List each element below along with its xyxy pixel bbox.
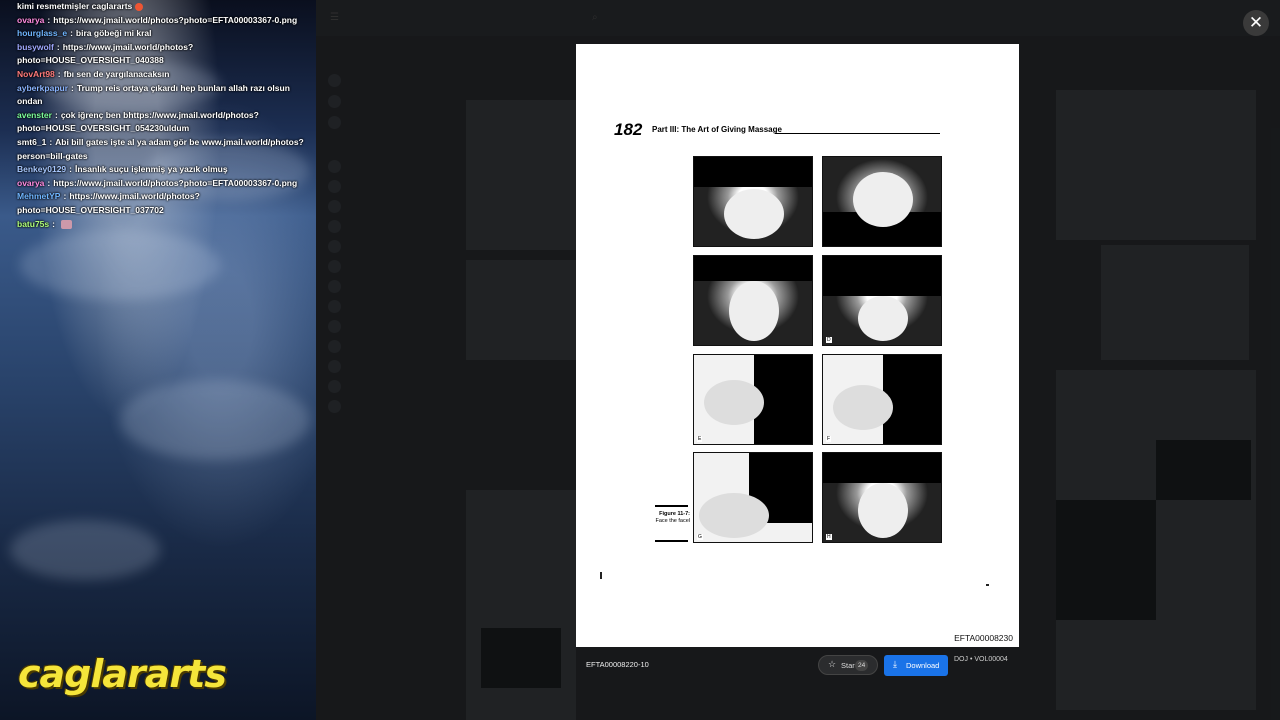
caption-title: Figure 11-7: xyxy=(659,511,690,517)
figure-letter: E xyxy=(697,436,703,442)
chat-username[interactable]: Benkey0129 xyxy=(17,164,66,174)
page-number: 182 xyxy=(614,120,643,139)
channel-logo: caglararts xyxy=(18,652,227,696)
chat-text: bira göbeği mi kral xyxy=(75,28,152,39)
chat-message: NovArt98: fbı sen de yargılanacaksın xyxy=(0,68,316,82)
chat-username[interactable]: hourglass_e xyxy=(17,28,67,38)
chat-separator: : xyxy=(70,28,73,39)
emote-icon xyxy=(60,219,72,229)
chat-username[interactable]: busywolf xyxy=(17,42,54,52)
source-label: DOJ • VOL00004 xyxy=(954,656,1008,663)
figure-panel-f: F xyxy=(822,354,942,445)
figure-panel-b xyxy=(822,156,942,247)
header-rule xyxy=(775,133,940,134)
chat-message: Benkey0129: İnsanlık suçu işlenmiş ya yaz… xyxy=(0,163,316,177)
download-button[interactable]: ⤓ Download xyxy=(884,655,948,676)
figure-letter: G xyxy=(697,534,703,540)
chat-text: İnsanlık suçu işlenmiş ya yazık olmuş xyxy=(75,164,228,175)
chat-log: kimi resmetmişler caglararts ovarya: https… xyxy=(0,0,316,231)
caption-rule xyxy=(655,540,688,542)
document-image: 182 Part III: The Art of Giving Massage … xyxy=(576,44,1019,647)
figure-panel-d: D xyxy=(822,255,942,346)
chat-separator: : xyxy=(71,82,74,93)
star-count: 24 xyxy=(855,660,869,671)
chat-separator: : xyxy=(52,218,55,229)
chat-username[interactable]: smt6_1 xyxy=(17,137,46,147)
chat-separator: : xyxy=(47,14,51,25)
chat-text: fbı sen de yargılanacaksın xyxy=(63,68,170,79)
chat-username[interactable]: avenster xyxy=(17,110,52,120)
chat-text: https://www.jmail.world/photos?photo=EFT… xyxy=(53,177,298,188)
close-icon: ✕ xyxy=(1248,13,1264,32)
star-icon: ☆ xyxy=(828,659,837,669)
chat-message: batu75s: xyxy=(0,218,316,232)
figure-panel-h: H xyxy=(822,452,942,543)
chat-username[interactable]: MehmetYP xyxy=(17,191,60,201)
download-label: Download xyxy=(906,661,940,670)
chat-message: smt6_1: Abi bill gates işte al ya adam gö… xyxy=(0,136,316,163)
scan-mark xyxy=(986,584,989,586)
download-icon: ⤓ xyxy=(893,659,897,669)
chat-text: https://www.jmail.world/photos?photo=EFT… xyxy=(53,14,298,25)
figure-letter: H xyxy=(826,534,832,540)
figure-panel-e: E xyxy=(693,354,813,445)
chat-message: hourglass_e: bira göbeği mi kral xyxy=(0,27,316,41)
chat-message: MehmetYP: https://www.jmail.world/photos?… xyxy=(0,190,316,217)
chat-text: kimi resmetmişler caglararts xyxy=(17,1,133,11)
scan-mark xyxy=(600,572,602,579)
chat-username[interactable]: NovArt98 xyxy=(17,69,55,79)
caption-rule xyxy=(655,505,688,507)
chat-separator: : xyxy=(49,136,53,147)
chat-username[interactable]: ovarya xyxy=(17,15,44,25)
chat-username[interactable]: ayberkpapur xyxy=(17,83,68,93)
figure-panel-g: G xyxy=(693,452,813,543)
figure-letter: D xyxy=(826,337,832,343)
chat-separator: : xyxy=(57,68,61,79)
close-button[interactable]: ✕ xyxy=(1243,10,1269,36)
caption-text: Face the facel xyxy=(655,518,690,524)
chat-separator: : xyxy=(47,177,51,188)
figure-panel-c xyxy=(693,255,813,346)
chat-text: çok iğrenç ben bhttps://www.jmail.world/… xyxy=(17,109,259,134)
chat-text: Abi bill gates işte al ya adam gör be ww… xyxy=(17,136,304,161)
chat-message: kimi resmetmişler caglararts xyxy=(0,0,316,14)
chat-message: ovarya: https://www.jmail.world/photos?ph… xyxy=(0,177,316,191)
chat-separator: : xyxy=(69,164,72,175)
figure-panel-a xyxy=(693,156,813,247)
file-name: EFTA00008220-10 xyxy=(586,660,649,669)
chat-separator: : xyxy=(63,191,67,202)
chat-separator: : xyxy=(54,109,58,120)
badge-icon xyxy=(135,2,144,11)
figure-caption: Figure 11-7: Face the facel xyxy=(654,511,690,525)
chat-username[interactable]: batu75s xyxy=(17,219,49,229)
chat-message: ayberkpapur: Trump reis ortaya çıkardı he… xyxy=(0,82,316,109)
chat-username[interactable]: ovarya xyxy=(17,178,44,188)
document-id: EFTA00008230 xyxy=(954,633,1013,643)
chat-separator: : xyxy=(56,41,60,52)
stream-panel: kimi resmetmişler caglararts ovarya: https… xyxy=(0,0,316,720)
chat-message: avenster: çok iğrenç ben bhttps://www.jma… xyxy=(0,109,316,136)
chat-message: ovarya: https://www.jmail.world/photos?ph… xyxy=(0,14,316,28)
chat-message: busywolf: https://www.jmail.world/photos?… xyxy=(0,41,316,68)
star-button[interactable]: ☆ Star 24 xyxy=(818,655,878,675)
figure-letter: F xyxy=(826,436,832,442)
page-header: Part III: The Art of Giving Massage xyxy=(652,125,782,134)
star-label: Star xyxy=(841,661,855,670)
